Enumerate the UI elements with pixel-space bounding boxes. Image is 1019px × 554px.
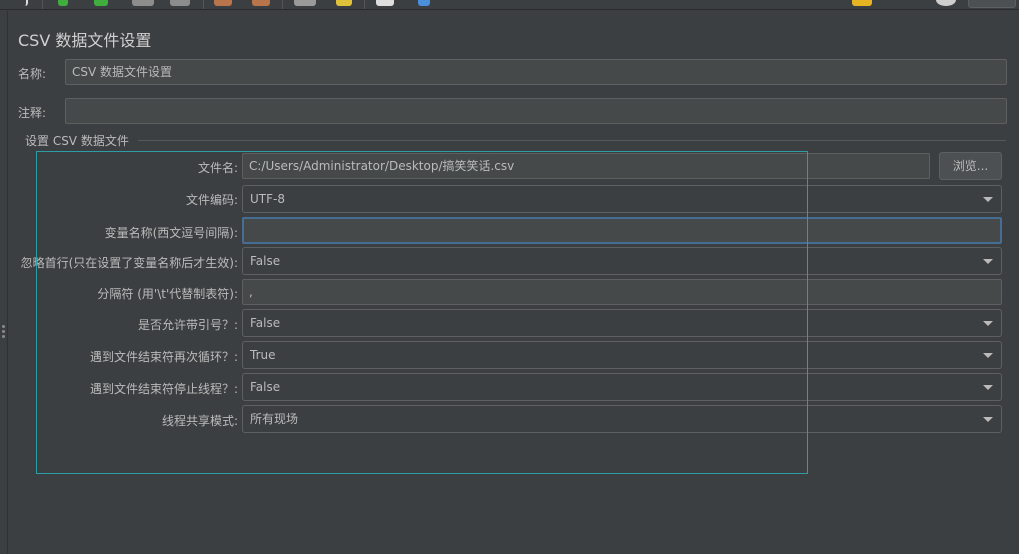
allow-quoted-select[interactable]: False <box>242 309 1002 337</box>
recycle-eof-label: 遇到文件结束符再次循环？: <box>89 350 238 364</box>
thread-count-icon <box>936 0 956 6</box>
chevron-down-icon[interactable] <box>983 321 993 326</box>
filename-label: 文件名: <box>197 161 238 175</box>
toolbar-separator <box>282 0 283 9</box>
stop-thread-eof-value: False <box>250 380 281 394</box>
chevron-down-icon[interactable] <box>983 385 993 390</box>
sharing-mode-value: 所有现场 <box>250 412 299 426</box>
ignore-first-line-select[interactable]: False <box>242 247 1002 275</box>
reset-search-icon[interactable] <box>336 0 352 6</box>
encoding-value: UTF-8 <box>250 192 285 206</box>
function-helper-icon[interactable] <box>376 0 394 6</box>
variable-names-input[interactable] <box>242 217 1002 244</box>
stop-thread-eof-select[interactable]: False <box>242 373 1002 401</box>
chevron-down-icon[interactable] <box>983 417 993 422</box>
delimiter-input[interactable]: , <box>242 279 1002 305</box>
help-icon[interactable] <box>418 0 430 6</box>
warning-icon[interactable] <box>852 0 872 6</box>
recycle-eof-select[interactable]: True <box>242 341 1002 369</box>
name-input[interactable]: CSV 数据文件设置 <box>65 59 1007 85</box>
arrow-icon[interactable] <box>18 0 28 6</box>
grip-dot <box>2 335 5 338</box>
toolbar-separator <box>364 0 365 9</box>
sharing-mode-select[interactable]: 所有现场 <box>242 405 1002 433</box>
sharing-mode-label: 线程共享模式: <box>161 414 238 428</box>
splitter-handle[interactable] <box>0 11 8 554</box>
filename-input[interactable]: C:/Users/Administrator/Desktop/搞笑笑话.csv <box>242 153 930 179</box>
group-title: 设置 CSV 数据文件 <box>25 134 129 148</box>
clear-icon[interactable] <box>214 0 232 6</box>
remote-icon[interactable] <box>968 0 1016 8</box>
stop-icon[interactable] <box>132 0 154 6</box>
grip-dot <box>2 325 5 328</box>
comment-label: 注释: <box>18 106 47 120</box>
browse-button[interactable]: 浏览... <box>939 152 1002 180</box>
toolbar-separator <box>42 0 43 9</box>
group-divider <box>138 140 1006 141</box>
clear-all-icon[interactable] <box>252 0 270 6</box>
comment-input[interactable] <box>65 98 1007 124</box>
shutdown-icon[interactable] <box>170 0 190 6</box>
name-label: 名称: <box>18 67 47 81</box>
start-no-pause-icon[interactable] <box>94 0 108 6</box>
grip-dot <box>2 330 5 333</box>
variable-names-label: 变量名称(西文逗号间隔): <box>104 226 238 240</box>
recycle-eof-value: True <box>250 348 276 362</box>
start-icon[interactable] <box>58 0 68 6</box>
chevron-down-icon[interactable] <box>983 259 993 264</box>
ignore-first-line-label: 忽略首行(只在设置了变量名称后才生效): <box>20 256 238 270</box>
encoding-label: 文件编码: <box>185 193 238 207</box>
search-icon[interactable] <box>294 0 316 6</box>
encoding-select[interactable]: UTF-8 <box>242 185 1002 213</box>
toolbar <box>0 0 1019 10</box>
ignore-first-line-value: False <box>250 254 281 268</box>
toolbar-separator <box>203 0 204 9</box>
allow-quoted-label: 是否允许带引号？: <box>137 318 238 332</box>
chevron-down-icon[interactable] <box>983 353 993 358</box>
chevron-down-icon[interactable] <box>983 197 993 202</box>
allow-quoted-value: False <box>250 316 281 330</box>
delimiter-label: 分隔符 (用'\t'代替制表符): <box>97 287 238 301</box>
stop-thread-eof-label: 遇到文件结束符停止线程？: <box>89 382 238 396</box>
page-title: CSV 数据文件设置 <box>18 31 152 50</box>
